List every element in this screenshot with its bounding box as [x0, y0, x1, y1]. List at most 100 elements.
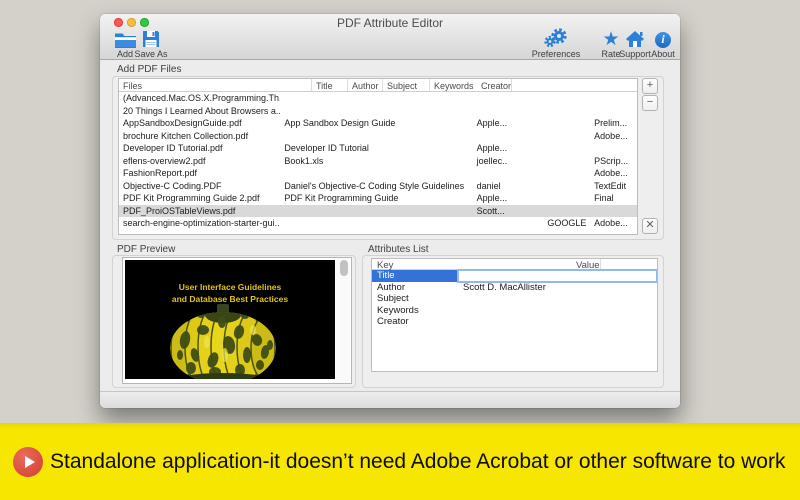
cell-files: PDF_ProiOSTableViews.pdf — [123, 205, 236, 216]
cell-files: AppSandboxDesignGuide.pdf — [123, 118, 242, 128]
cell-subject — [508, 180, 543, 193]
table-row[interactable]: brochure Kitchen Collection.pdf Adobe... — [119, 130, 637, 143]
remove-file-button[interactable]: − — [642, 95, 658, 111]
cell-files: Objective-C Coding.PDF — [123, 180, 222, 191]
cell-keywords — [543, 192, 590, 205]
attribute-row[interactable]: Subject — [372, 293, 657, 305]
cell-subject — [508, 155, 543, 168]
cell-files: FashionReport.pdf — [123, 168, 198, 178]
cell-subject — [508, 92, 543, 105]
attributes-table-body: Title Author Scott D. MacAllister Subjec… — [372, 269, 657, 328]
column-header[interactable]: Key — [372, 259, 571, 271]
table-row[interactable]: AppSandboxDesignGuide.pdf App Sandbox De… — [119, 117, 637, 130]
column-header[interactable]: Keywords — [430, 79, 477, 91]
pdf-preview-area[interactable]: User Interface Guidelines and Database B… — [122, 257, 352, 384]
column-header[interactable]: Title — [312, 79, 348, 91]
attribute-row[interactable]: Creator — [372, 316, 657, 328]
cell-author — [473, 105, 509, 118]
table-row[interactable]: 20 Things I Learned About Browsers a... — [119, 105, 637, 118]
add-file-button[interactable]: + — [642, 78, 658, 94]
attributes-table[interactable]: Key Value Title Author Scott D. MacAllist… — [371, 258, 658, 372]
files-table[interactable]: Files Title Author Subject Keywords Creator (… — [118, 78, 638, 235]
floppy-disk-icon — [124, 29, 178, 48]
cell-subject — [508, 217, 543, 230]
cell-author — [473, 217, 509, 230]
attribute-value-field[interactable] — [458, 293, 657, 305]
column-header[interactable]: Subject — [383, 79, 430, 91]
column-header[interactable]: Files — [119, 79, 312, 91]
cell-creator — [590, 92, 637, 105]
cell-keywords — [543, 205, 590, 218]
cell-creator: Adobe... — [594, 218, 628, 228]
cell-keywords — [543, 92, 590, 105]
cell-creator: PScrip... — [594, 155, 629, 166]
save-as-button[interactable]: Save As — [124, 29, 178, 59]
table-row[interactable]: (Advanced.Mac.OS.X.Programming.Th... — [119, 92, 637, 105]
app-window: PDF Attribute Editor Add Save As Prefere… — [100, 14, 680, 408]
cell-keywords — [543, 105, 590, 118]
attributes-table-header[interactable]: Key Value — [372, 259, 657, 271]
cell-creator: TextEdit — [594, 180, 627, 191]
attribute-key[interactable]: Creator — [372, 316, 458, 328]
attribute-key[interactable]: Title — [372, 270, 458, 282]
cell-creator: Adobe... — [594, 130, 628, 141]
files-table-header[interactable]: Files Title Author Subject Keywords Creator — [119, 79, 637, 92]
pdf-page-preview: User Interface Guidelines and Database B… — [125, 260, 335, 384]
cell-creator — [590, 105, 637, 118]
cell-subject — [508, 205, 543, 218]
title-bar[interactable]: PDF Attribute Editor — [100, 14, 680, 30]
cell-subject — [508, 192, 543, 205]
play-icon — [24, 455, 35, 468]
cell-title — [280, 130, 472, 143]
save-as-label: Save As — [134, 49, 168, 59]
attribute-row[interactable]: Author Scott D. MacAllister — [372, 282, 657, 294]
marketing-banner: Standalone application-it doesn’t need A… — [0, 423, 800, 500]
attribute-value-field[interactable] — [458, 316, 657, 328]
attribute-key[interactable]: Author — [372, 282, 458, 294]
attribute-value-field[interactable] — [457, 269, 657, 283]
preview-scrollbar-thumb[interactable] — [340, 260, 348, 276]
attribute-value-field[interactable]: Scott D. MacAllister — [458, 282, 657, 294]
attribute-key[interactable]: Keywords — [372, 305, 458, 317]
cell-keywords — [543, 167, 590, 180]
cell-title — [280, 167, 472, 180]
cell-keywords — [543, 130, 590, 143]
about-label: About — [651, 49, 675, 59]
table-row[interactable]: Developer ID Tutorial.pdf Developer ID T… — [119, 142, 637, 155]
attribute-key[interactable]: Subject — [372, 293, 458, 305]
cell-title — [280, 92, 472, 105]
cell-author: joellec... — [476, 155, 509, 166]
table-row[interactable]: PDF Kit Programming Guide 2.pdf PDF Kit … — [119, 192, 637, 205]
column-header[interactable]: Value — [571, 259, 601, 271]
cell-author — [473, 92, 509, 105]
files-section-label: Add PDF Files — [117, 64, 182, 75]
cell-keywords: GOOGLE — [547, 218, 587, 228]
column-header[interactable]: Creator — [477, 79, 513, 91]
files-table-body: (Advanced.Mac.OS.X.Programming.Th... 20 … — [119, 92, 637, 230]
cover-title-line1: User Interface Guidelines — [179, 282, 282, 292]
cell-author: Apple... — [476, 118, 508, 128]
table-row[interactable]: FashionReport.pdf Adobe... — [119, 167, 637, 180]
cell-creator: Prelim... — [594, 118, 628, 128]
cell-files: search-engine-optimization-starter-gui..… — [123, 218, 281, 228]
preview-scrollbar[interactable] — [336, 258, 350, 383]
window-title: PDF Attribute Editor — [336, 16, 444, 30]
table-row[interactable]: Objective-C Coding.PDF Daniel's Objectiv… — [119, 180, 637, 193]
table-row[interactable]: PDF_ProiOSTableViews.pdf Scott... — [119, 204, 637, 218]
cell-files: 20 Things I Learned About Browsers a... — [123, 105, 281, 116]
column-header[interactable]: Author — [348, 79, 383, 91]
attribute-row[interactable]: Keywords — [372, 305, 657, 317]
attribute-value-field[interactable] — [458, 305, 657, 317]
clear-list-button[interactable]: ✕ — [642, 218, 658, 234]
attribute-row[interactable]: Title — [372, 269, 657, 283]
cell-keywords — [543, 117, 590, 130]
cell-title: Daniel's Objective-C Coding Style Guidel… — [284, 180, 465, 191]
about-button[interactable]: i About — [636, 29, 690, 59]
cell-files: Developer ID Tutorial.pdf — [123, 143, 223, 153]
play-button[interactable] — [13, 446, 43, 477]
table-row[interactable]: search-engine-optimization-starter-gui..… — [119, 217, 637, 230]
table-row[interactable]: eflens-overview2.pdf Book1.xls joellec..… — [119, 155, 637, 168]
cell-files: brochure Kitchen Collection.pdf — [123, 130, 249, 141]
cell-creator — [590, 142, 637, 155]
preferences-button[interactable]: Preferences — [529, 28, 583, 59]
